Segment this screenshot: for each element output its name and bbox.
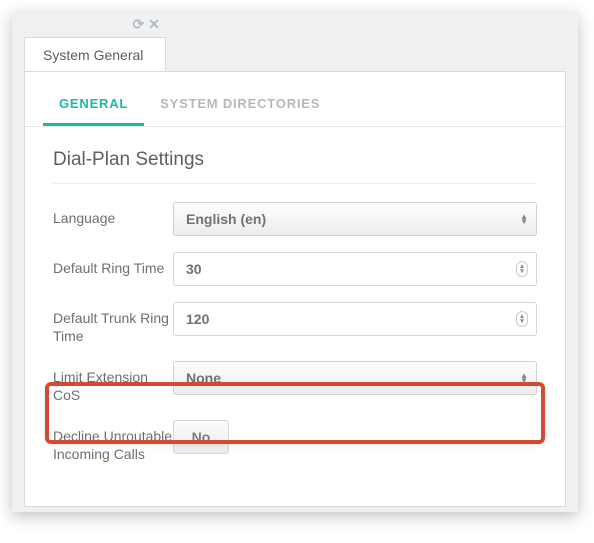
toggle-value: No <box>192 429 211 445</box>
row-decline-unroutable: Decline Unroutable Incoming Calls No <box>53 412 537 471</box>
row-language: Language English (en) ▲▼ <box>53 194 537 244</box>
label-language: Language <box>53 202 173 228</box>
tab-general[interactable]: GENERAL <box>43 82 144 126</box>
chevron-updown-icon: ▲▼ <box>520 214 528 224</box>
input-value: 120 <box>186 311 209 327</box>
window-bar: ⟳ ✕ <box>12 12 578 36</box>
row-default-ring-time: Default Ring Time 30 ▴▾ <box>53 244 537 294</box>
tab-label: SYSTEM DIRECTORIES <box>160 96 320 111</box>
label-limit-extension-cos: Limit Extension CoS <box>53 361 173 404</box>
default-trunk-ring-time-input[interactable]: 120 ▴▾ <box>173 302 537 336</box>
main-panel: GENERAL SYSTEM DIRECTORIES Dial-Plan Set… <box>24 71 566 507</box>
window: ⟳ ✕ System General GENERAL SYSTEM DIRECT… <box>12 12 578 512</box>
select-value: None <box>186 370 221 386</box>
window-tab-label: System General <box>43 47 143 63</box>
input-value: 30 <box>186 261 202 277</box>
section-title: Dial-Plan Settings <box>53 149 537 184</box>
close-icon[interactable]: ✕ <box>148 16 162 33</box>
tab-label: GENERAL <box>59 96 128 111</box>
label-default-ring-time: Default Ring Time <box>53 252 173 278</box>
spinner-icon: ▴▾ <box>516 311 528 327</box>
default-ring-time-input[interactable]: 30 ▴▾ <box>173 252 537 286</box>
language-select[interactable]: English (en) ▲▼ <box>173 202 537 236</box>
limit-extension-cos-select[interactable]: None ▲▼ <box>173 361 537 395</box>
chevron-updown-icon: ▲▼ <box>520 373 528 383</box>
spinner-icon: ▴▾ <box>516 261 528 277</box>
inner-tabs: GENERAL SYSTEM DIRECTORIES <box>25 82 565 127</box>
tab-system-directories[interactable]: SYSTEM DIRECTORIES <box>144 82 336 126</box>
window-tab-system-general[interactable]: System General <box>24 37 166 72</box>
label-default-trunk-ring-time: Default Trunk Ring Time <box>53 302 173 345</box>
select-value: English (en) <box>186 211 266 227</box>
dial-plan-section: Dial-Plan Settings Language English (en)… <box>25 127 565 471</box>
label-decline-unroutable: Decline Unroutable Incoming Calls <box>53 420 173 463</box>
window-controls: ⟳ ✕ <box>133 16 162 33</box>
decline-unroutable-toggle[interactable]: No <box>173 420 229 454</box>
row-default-trunk-ring-time: Default Trunk Ring Time 120 ▴▾ <box>53 294 537 353</box>
row-limit-extension-cos: Limit Extension CoS None ▲▼ <box>53 353 537 412</box>
refresh-icon[interactable]: ⟳ <box>133 16 147 33</box>
